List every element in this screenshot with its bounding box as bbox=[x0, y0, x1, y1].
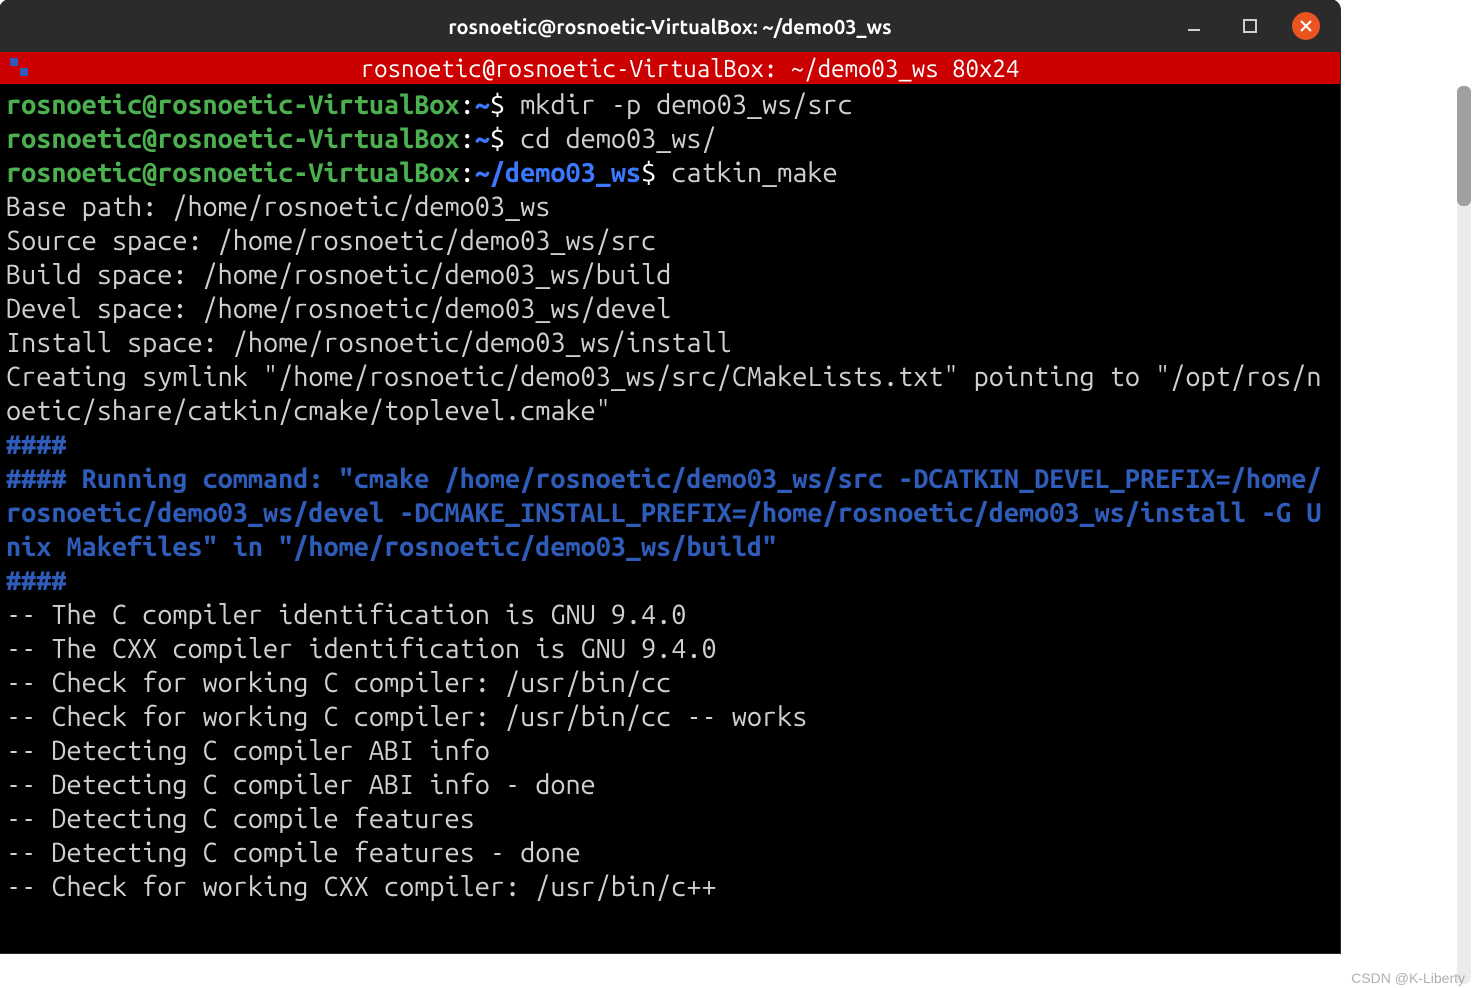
output-in-path: "/home/rosnoetic/demo03_ws/build" bbox=[278, 532, 777, 562]
output-running-prefix: #### Running command: bbox=[6, 464, 339, 494]
window-titlebar[interactable]: rosnoetic@rosnoetic-VirtualBox: ~/demo03… bbox=[0, 0, 1340, 52]
command-mkdir: mkdir -p demo03_ws/src bbox=[505, 90, 853, 120]
output-block-1: Base path: /home/rosnoetic/demo03_ws Sou… bbox=[6, 192, 1321, 426]
scrollbar-track[interactable] bbox=[1457, 86, 1471, 984]
terminal-tabbar: rosnoetic@rosnoetic-VirtualBox: ~/demo03… bbox=[0, 52, 1340, 84]
minimize-button[interactable] bbox=[1180, 12, 1208, 40]
close-button[interactable] bbox=[1292, 12, 1320, 40]
scrollbar-thumb[interactable] bbox=[1457, 86, 1471, 206]
output-hashes: #### bbox=[6, 566, 66, 596]
watermark-text: CSDN @K-Liberty bbox=[1351, 970, 1465, 986]
prompt-user-host: rosnoetic@rosnoetic-VirtualBox bbox=[6, 158, 460, 188]
canvas: rosnoetic@rosnoetic-VirtualBox: ~/demo03… bbox=[0, 0, 1473, 988]
prompt-dollar: $ bbox=[490, 90, 505, 120]
terminator-logo-icon[interactable] bbox=[0, 52, 40, 84]
prompt-cwd: ~/demo03_ws bbox=[475, 158, 641, 188]
maximize-button[interactable] bbox=[1236, 12, 1264, 40]
prompt-user-host: rosnoetic@rosnoetic-VirtualBox bbox=[6, 90, 460, 120]
tab-title: rosnoetic@rosnoetic-VirtualBox: ~/demo03… bbox=[40, 55, 1340, 82]
output-block-2: -- The C compiler identification is GNU … bbox=[6, 600, 807, 902]
command-catkin: catkin_make bbox=[656, 158, 837, 188]
command-cd: cd demo03_ws/ bbox=[505, 124, 717, 154]
prompt-cwd: ~ bbox=[475, 90, 490, 120]
prompt-user-host: rosnoetic@rosnoetic-VirtualBox bbox=[6, 124, 460, 154]
terminal-output: rosnoetic@rosnoetic-VirtualBox:~$ mkdir … bbox=[6, 88, 1334, 904]
output-in-word: in bbox=[218, 532, 278, 562]
output-hashes: #### bbox=[6, 430, 66, 460]
prompt-cwd: ~ bbox=[475, 124, 490, 154]
window-title: rosnoetic@rosnoetic-VirtualBox: ~/demo03… bbox=[16, 15, 1324, 38]
prompt-dollar: $ bbox=[641, 158, 656, 188]
prompt-dollar: $ bbox=[490, 124, 505, 154]
terminal-viewport[interactable]: rosnoetic@rosnoetic-VirtualBox:~$ mkdir … bbox=[0, 84, 1340, 953]
terminal-window: rosnoetic@rosnoetic-VirtualBox: ~/demo03… bbox=[0, 0, 1340, 953]
window-controls bbox=[1180, 0, 1320, 52]
